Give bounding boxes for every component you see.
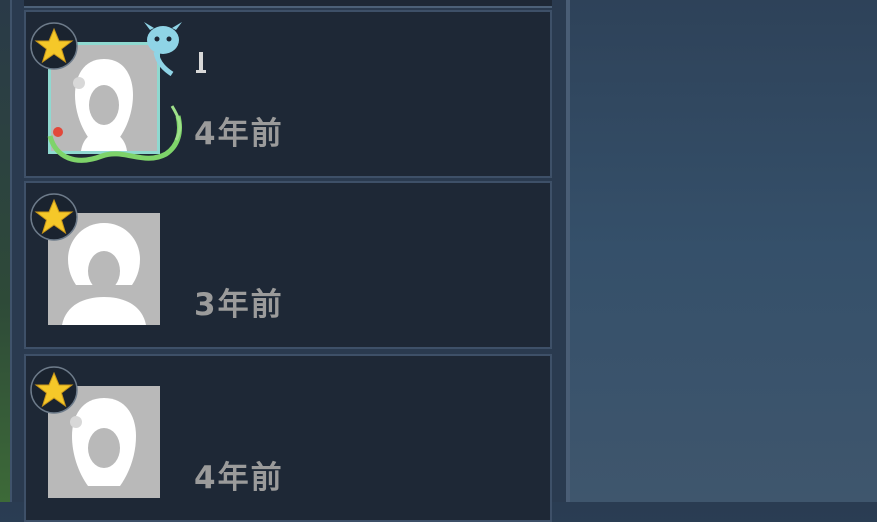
game-scene-background <box>570 0 877 502</box>
list-item[interactable]: 4年前 <box>24 354 552 522</box>
star-badge-icon <box>30 193 78 241</box>
time-label: 4年前 <box>194 460 284 496</box>
time-label: 3年前 <box>194 287 284 323</box>
list-item[interactable]: 3年前 <box>24 181 552 349</box>
vine-frame-decoration <box>47 105 182 163</box>
star-badge-icon <box>30 366 78 414</box>
sprite-icon <box>144 22 182 76</box>
time-label: 4年前 <box>194 116 284 152</box>
star-badge-icon <box>30 22 78 70</box>
previous-entry-edge <box>24 0 552 8</box>
list-item[interactable]: 4年前 <box>24 10 552 178</box>
status-mark-icon <box>196 52 206 73</box>
